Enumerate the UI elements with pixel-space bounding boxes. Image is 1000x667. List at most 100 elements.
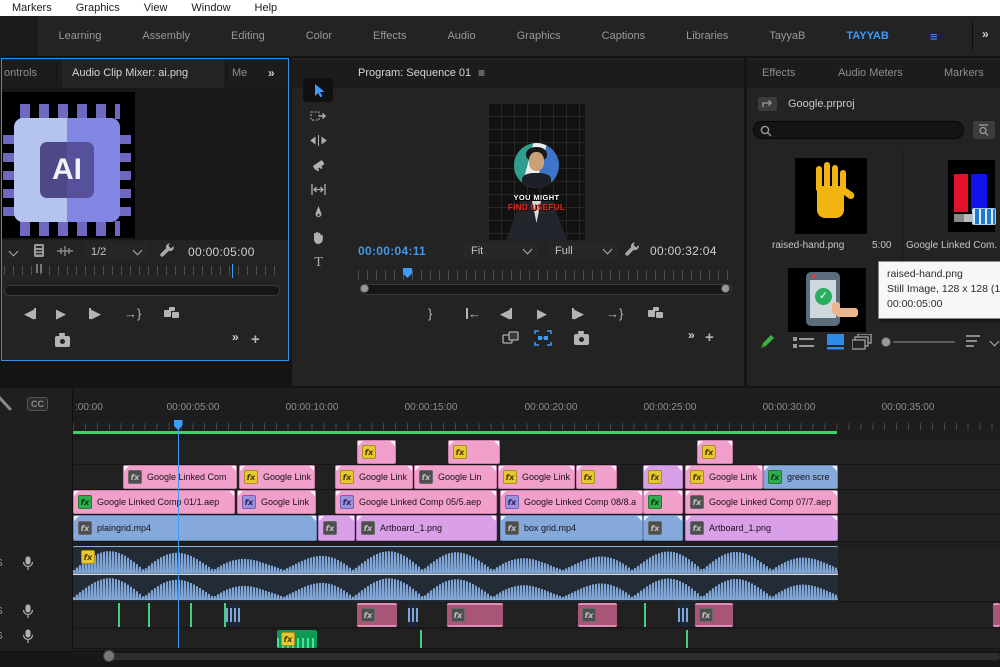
wrench-icon[interactable] bbox=[159, 242, 175, 258]
export-media-icon[interactable] bbox=[164, 307, 182, 319]
thumbnail-google-linked-comp[interactable] bbox=[948, 160, 995, 232]
program-step-forward-button[interactable]: ▶ bbox=[572, 307, 584, 320]
timeline-clip[interactable]: fxbox grid.mp4 bbox=[500, 515, 643, 541]
timeline-clip[interactable]: fxGoogle Link bbox=[239, 465, 315, 489]
timeline-clip[interactable]: fx bbox=[357, 440, 396, 464]
menu-item-window[interactable]: Window bbox=[179, 2, 242, 14]
audio-clip-pink[interactable]: fx bbox=[447, 603, 503, 627]
tool-ripple-edit[interactable] bbox=[303, 130, 333, 151]
zoombar-left-handle[interactable] bbox=[360, 284, 369, 293]
timeline-clip[interactable]: fxGoogle Linked Comp 08/8.a bbox=[500, 490, 643, 514]
timeline-clip[interactable]: fxgreen scre bbox=[763, 465, 838, 489]
go-to-in-button[interactable]: ← bbox=[466, 307, 481, 320]
tool-slip[interactable] bbox=[303, 179, 333, 200]
menu-item-graphics[interactable]: Graphics bbox=[64, 2, 132, 14]
thumbnail-phone-check[interactable]: ✓ bbox=[788, 268, 866, 332]
workspace-menu-icon[interactable]: ≡ bbox=[930, 29, 938, 44]
program-menu-icon[interactable]: ≡ bbox=[478, 66, 485, 80]
search-input[interactable] bbox=[776, 123, 960, 139]
audio-mini-clip[interactable] bbox=[408, 603, 418, 627]
source-add-button[interactable]: + bbox=[251, 331, 260, 348]
program-play-button[interactable]: ▶ bbox=[537, 307, 547, 320]
timeline-clip[interactable]: fx bbox=[318, 515, 355, 541]
tool-razor[interactable] bbox=[303, 155, 333, 176]
solo-button-cut[interactable]: S bbox=[0, 558, 3, 569]
tool-hand[interactable] bbox=[303, 227, 333, 248]
comparison-view-icon[interactable] bbox=[502, 331, 520, 346]
audio-ticks-icon[interactable] bbox=[56, 245, 74, 257]
audio-clip-green[interactable]: fx bbox=[277, 630, 317, 648]
program-more-icon[interactable]: » bbox=[688, 328, 695, 342]
tab-audio-clip-mixer[interactable]: Audio Clip Mixer: ai.png bbox=[72, 67, 188, 79]
insert-button[interactable]: →} bbox=[124, 307, 141, 320]
workspace-tab-assembly[interactable]: Assembly bbox=[142, 30, 190, 42]
timeline-clip[interactable]: fx bbox=[576, 465, 617, 489]
timeline-clip[interactable]: fxGoogle Link bbox=[498, 465, 575, 489]
audio-clip-waveform[interactable]: fx bbox=[73, 546, 838, 602]
program-wrench-icon[interactable] bbox=[624, 241, 640, 257]
step-back-button[interactable]: ◀ bbox=[24, 307, 36, 320]
navigate-up-icon[interactable] bbox=[758, 97, 777, 111]
item-name[interactable]: Google Linked Com... bbox=[906, 240, 998, 251]
program-video-frame[interactable]: YOU MIGHT FIND USEFUL bbox=[488, 103, 585, 240]
workspace-tab-learning[interactable]: Learning bbox=[59, 30, 102, 42]
workspace-tab-editing[interactable]: Editing bbox=[231, 30, 265, 42]
tool-track-select[interactable] bbox=[303, 106, 333, 127]
tab-program[interactable]: Program: Sequence 01 bbox=[358, 67, 471, 79]
icon-view-icon[interactable] bbox=[827, 334, 844, 350]
program-export-frame-button[interactable] bbox=[574, 334, 589, 345]
tab-metadata-cut[interactable]: Me bbox=[232, 67, 247, 79]
source-scrollbar[interactable] bbox=[4, 285, 280, 296]
quality-select[interactable]: Full bbox=[548, 242, 618, 259]
workspace-tab-graphics[interactable]: Graphics bbox=[517, 30, 561, 42]
track-lane[interactable] bbox=[73, 440, 1000, 465]
zoombar-right-handle[interactable] bbox=[721, 284, 730, 293]
timeline-clip[interactable]: fx bbox=[643, 490, 683, 514]
tool-selection[interactable] bbox=[303, 78, 333, 102]
export-frame-button[interactable] bbox=[55, 336, 70, 347]
playback-resolution-select[interactable]: 1/2 bbox=[84, 243, 148, 260]
timeline-clip[interactable]: fxplaingrid.mp4 bbox=[73, 515, 317, 541]
mic-icon[interactable] bbox=[22, 556, 34, 571]
timeline-clip[interactable]: fx bbox=[643, 515, 683, 541]
tool-type[interactable]: T bbox=[303, 251, 333, 272]
project-search[interactable] bbox=[753, 121, 964, 139]
timeline-scrollbar-thumb[interactable] bbox=[108, 653, 1000, 660]
edit-pen-icon[interactable] bbox=[758, 333, 776, 351]
menu-item-markers[interactable]: Markers bbox=[0, 2, 64, 14]
audio-clip-pink[interactable]: fx bbox=[357, 603, 397, 627]
list-view-icon[interactable] bbox=[793, 336, 815, 349]
audio-clip-pink[interactable] bbox=[993, 603, 1000, 627]
workspace-overflow-icon[interactable]: » bbox=[982, 27, 989, 41]
audio-mini-clip[interactable] bbox=[226, 603, 240, 627]
timeline-clip[interactable]: fxArtboard_1.png bbox=[356, 515, 497, 541]
timeline-clip[interactable]: fxGoogle Linked Comp 01/1.aep bbox=[73, 490, 235, 514]
workspace-tab-tayyab[interactable]: TayyaB bbox=[769, 30, 805, 42]
audio-mini-clip[interactable] bbox=[678, 603, 690, 627]
timeline-scrollbar-handle[interactable] bbox=[103, 650, 115, 662]
notebook-icon[interactable] bbox=[32, 243, 46, 258]
tab-effects[interactable]: Effects bbox=[762, 67, 795, 79]
tab-audio-meters[interactable]: Audio Meters bbox=[838, 67, 903, 79]
zoom-slider-track[interactable] bbox=[893, 341, 955, 343]
mic-icon[interactable] bbox=[22, 629, 34, 644]
workspace-tab-audio[interactable]: Audio bbox=[447, 30, 475, 42]
workspace-tab-tayyab[interactable]: TAYYAB bbox=[846, 30, 888, 42]
source-mini-ruler[interactable] bbox=[4, 266, 280, 275]
source-playhead[interactable] bbox=[232, 264, 233, 278]
program-add-button[interactable]: + bbox=[705, 329, 714, 346]
find-button[interactable] bbox=[973, 121, 995, 139]
timeline-clip[interactable]: fxGoogle Link bbox=[685, 465, 763, 489]
timeline-clip[interactable]: fx bbox=[643, 465, 683, 489]
timeline-clip[interactable]: fxArtboard_1.png bbox=[685, 515, 838, 541]
timeline-clip[interactable]: fxGoogle Linked Comp 05/5.aep bbox=[335, 490, 497, 514]
mic-icon[interactable] bbox=[22, 604, 34, 619]
workspace-tab-captions[interactable]: Captions bbox=[602, 30, 645, 42]
lift-button[interactable]: →} bbox=[606, 307, 623, 320]
tool-pen[interactable] bbox=[303, 203, 333, 224]
solo-button-cut[interactable]: S bbox=[0, 606, 3, 617]
timeline-clip[interactable]: fxGoogle Link bbox=[237, 490, 316, 514]
track-lane[interactable] bbox=[73, 630, 1000, 649]
audio-clip-pink[interactable]: fx bbox=[695, 603, 733, 627]
timeline-playhead[interactable] bbox=[178, 424, 179, 648]
